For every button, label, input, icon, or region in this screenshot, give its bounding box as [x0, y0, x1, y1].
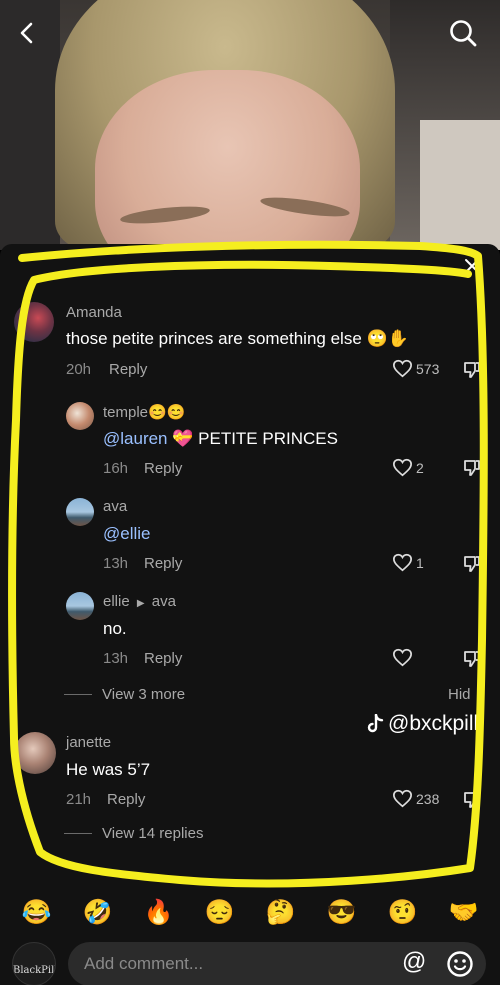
reply-to-username[interactable]: ava — [152, 593, 176, 610]
divider — [64, 833, 92, 834]
emoji-joy[interactable]: 😂 — [22, 901, 52, 925]
comment-username[interactable]: ellie ▶ ava — [103, 593, 176, 610]
comment-time: 21h — [66, 791, 92, 808]
hide-replies-button[interactable]: Hid — [448, 686, 471, 703]
user-avatar-text: BlackPill — [13, 965, 56, 976]
view-more-label: View 3 more — [102, 686, 186, 703]
like-button[interactable]: 238 — [392, 789, 439, 808]
comments-panel: Amanda those petite princes are somethin… — [0, 244, 500, 888]
comment-input[interactable] — [84, 942, 384, 985]
like-count: 238 — [416, 790, 440, 807]
heart-icon — [392, 359, 413, 378]
comment-time: 13h — [103, 555, 129, 572]
comment-text: those petite princes are something else … — [66, 329, 409, 348]
reply-button[interactable]: Reply — [109, 361, 147, 378]
tiktok-watermark: @bxckpill — [366, 712, 478, 736]
video-background — [0, 0, 500, 250]
comment-time: 16h — [103, 460, 129, 477]
comment-username-text: ellie — [103, 593, 130, 610]
dislike-icon[interactable] — [462, 360, 482, 380]
like-button[interactable]: 2 — [392, 458, 424, 477]
watermark-handle: @bxckpill — [388, 712, 479, 735]
comment-text: He was 5’7 — [66, 760, 151, 779]
emoji-pensive[interactable]: 😔 — [205, 901, 235, 925]
comment-text: @ellie — [103, 524, 151, 544]
view-replies-label: View 14 replies — [102, 825, 204, 842]
comment-text: @lauren 💝 PETITE PRINCES — [103, 429, 338, 449]
avatar[interactable] — [66, 498, 94, 526]
like-count: 1 — [416, 554, 424, 571]
emoji-thinking[interactable]: 🤔 — [266, 901, 296, 925]
emoji-sunglasses[interactable]: 😎 — [327, 901, 357, 925]
back-button[interactable] — [10, 16, 44, 50]
reply-button[interactable]: Reply — [144, 460, 182, 477]
heart-icon — [392, 553, 413, 572]
avatar[interactable] — [66, 592, 94, 620]
emoji-raised-eyebrow[interactable]: 🤨 — [388, 901, 418, 925]
dislike-icon[interactable] — [462, 790, 482, 810]
emoji-rofl[interactable]: 🤣 — [83, 901, 113, 925]
view-more-replies[interactable]: View 3 more — [64, 686, 185, 703]
video-door — [420, 120, 500, 250]
heart-icon — [392, 458, 413, 477]
like-button[interactable]: 573 — [392, 359, 439, 378]
comment-username[interactable]: Amanda — [66, 304, 122, 321]
like-count: 2 — [416, 459, 424, 476]
reply-arrow-icon: ▶ — [136, 598, 145, 609]
tiktok-logo-icon — [367, 714, 384, 733]
comment-username[interactable]: janette — [66, 734, 111, 751]
reply-button[interactable]: Reply — [107, 791, 145, 808]
close-icon[interactable] — [462, 256, 482, 276]
comment-username[interactable]: temple😊😊 — [103, 403, 185, 421]
view-replies-button[interactable]: View 14 replies — [64, 825, 203, 842]
like-button[interactable]: 1 — [392, 553, 424, 572]
search-icon — [450, 20, 477, 47]
mention-link[interactable]: @lauren — [103, 429, 168, 448]
comment-time: 13h — [103, 650, 129, 667]
divider — [64, 694, 92, 695]
avatar[interactable] — [14, 302, 54, 342]
comment-text: no. — [103, 619, 127, 638]
comment-input-row: BlackPill @ — [0, 938, 500, 985]
emoji-handshake[interactable]: 🤝 — [449, 901, 479, 925]
emoji-fire[interactable]: 🔥 — [144, 901, 174, 925]
comment-input-box[interactable]: @ — [68, 942, 486, 985]
heart-icon — [392, 648, 413, 667]
mention-link[interactable]: @ellie — [103, 524, 151, 543]
quick-emoji-bar: 😂 🤣 🔥 😔 🤔 😎 🤨 🤝 — [0, 888, 500, 938]
mention-button[interactable]: @ — [402, 948, 426, 976]
search-button[interactable] — [446, 16, 480, 50]
reply-button[interactable]: Reply — [144, 555, 182, 572]
avatar[interactable] — [66, 402, 94, 430]
reply-button[interactable]: Reply — [144, 650, 182, 667]
emoji-picker-icon[interactable] — [446, 950, 474, 978]
like-button[interactable] — [392, 648, 413, 667]
heart-icon — [392, 789, 413, 808]
dislike-icon[interactable] — [462, 458, 482, 478]
dislike-icon[interactable] — [462, 649, 482, 669]
like-count: 573 — [416, 360, 440, 377]
user-avatar[interactable]: BlackPill — [12, 942, 56, 985]
chevron-left-icon — [20, 22, 33, 44]
avatar[interactable] — [14, 732, 56, 774]
comment-username[interactable]: ava — [103, 498, 127, 515]
dislike-icon[interactable] — [462, 554, 482, 574]
comment-text-body: 💝 PETITE PRINCES — [172, 429, 338, 448]
comment-time: 20h — [66, 361, 92, 378]
